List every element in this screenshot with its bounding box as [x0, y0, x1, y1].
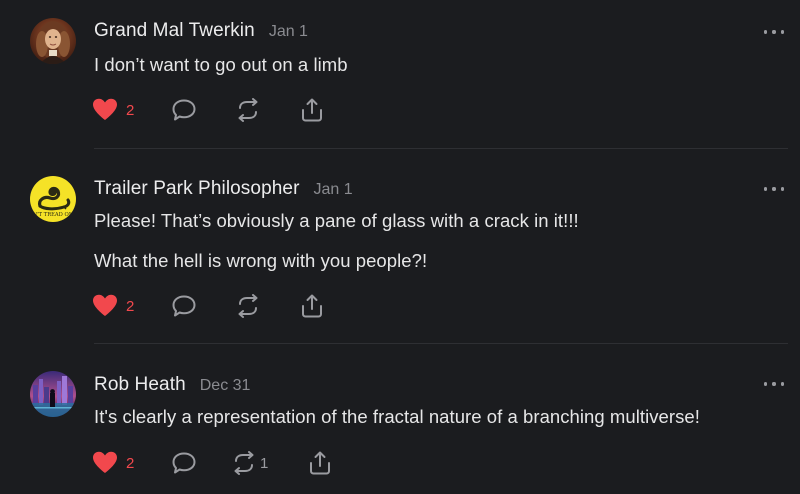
comment-actions: 2	[92, 293, 342, 319]
like-button[interactable]: 2	[92, 293, 134, 319]
like-count: 2	[126, 297, 135, 315]
more-icon[interactable]	[764, 379, 784, 389]
share-icon	[302, 294, 322, 318]
like-button[interactable]: 2	[92, 450, 134, 476]
gadsden-flag-avatar: N'T TREAD ON	[30, 176, 76, 222]
share-button[interactable]	[307, 450, 333, 476]
comment-text: Please! That’s obviously a pane of glass…	[94, 210, 579, 231]
heart-icon	[93, 451, 117, 473]
more-icon[interactable]	[764, 184, 784, 194]
restack-button[interactable]	[235, 97, 261, 123]
avatar[interactable]: N'T TREAD ON	[30, 176, 76, 222]
comment-button[interactable]	[171, 97, 197, 123]
post-date[interactable]: Jan 1	[269, 23, 308, 41]
comment-text: I don’t want to go out on a limb	[94, 54, 348, 75]
comment-header: Rob Heath Dec 31	[94, 374, 250, 396]
comment-button[interactable]	[171, 450, 197, 476]
restack-count: 1	[260, 454, 269, 472]
comment-header: Trailer Park Philosopher Jan 1	[94, 178, 353, 200]
avatar[interactable]	[30, 18, 76, 64]
author-name[interactable]: Rob Heath	[94, 374, 186, 396]
share-button[interactable]	[299, 293, 325, 319]
share-icon	[302, 98, 322, 122]
restack-button[interactable]	[235, 293, 261, 319]
author-name[interactable]: Trailer Park Philosopher	[94, 178, 300, 200]
more-icon[interactable]	[764, 27, 784, 37]
comment-actions: 2	[92, 97, 342, 123]
post-date[interactable]: Dec 31	[200, 377, 251, 395]
avatar-flag-text: N'T TREAD ON	[33, 212, 74, 218]
divider	[94, 148, 788, 149]
divider	[94, 343, 788, 344]
restack-icon	[238, 294, 258, 318]
comment-text: What the hell is wrong with you people?!	[94, 250, 428, 271]
comment-text: It's clearly a representation of the fra…	[94, 406, 700, 427]
share-icon	[310, 451, 330, 475]
comment-icon	[172, 99, 196, 121]
like-button[interactable]: 2	[92, 97, 134, 123]
portrait-avatar	[30, 18, 76, 64]
post-date[interactable]: Jan 1	[314, 181, 353, 199]
comment-icon	[172, 452, 196, 474]
like-count: 2	[126, 454, 135, 472]
restack-button[interactable]: 1	[231, 450, 268, 476]
heart-icon	[93, 294, 117, 316]
avatar[interactable]	[30, 371, 76, 417]
author-name[interactable]: Grand Mal Twerkin	[94, 20, 255, 42]
restack-icon	[234, 451, 254, 475]
cityscape-avatar	[30, 371, 76, 417]
comment-button[interactable]	[171, 293, 197, 319]
share-button[interactable]	[299, 97, 325, 123]
restack-icon	[238, 98, 258, 122]
comment-icon	[172, 295, 196, 317]
comment-actions: 2 1	[92, 450, 342, 476]
heart-icon	[93, 98, 117, 120]
like-count: 2	[126, 101, 135, 119]
comment-header: Grand Mal Twerkin Jan 1	[94, 20, 308, 42]
